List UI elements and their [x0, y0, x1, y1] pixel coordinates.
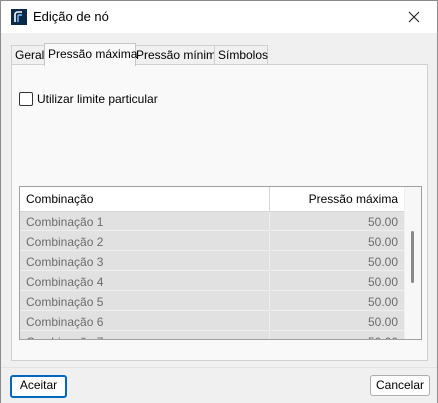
- table-row[interactable]: Combinação 3 50.00: [20, 252, 404, 272]
- table-row[interactable]: Combinação 2 50.00: [20, 232, 404, 252]
- particular-limit-checkbox-row[interactable]: Utilizar limite particular: [19, 91, 158, 107]
- cell-max-pressure[interactable]: 50.00: [271, 332, 404, 339]
- vertical-scrollbar[interactable]: [405, 187, 421, 339]
- cell-max-pressure[interactable]: 50.00: [271, 232, 404, 251]
- table-row[interactable]: Combinação 1 50.00: [20, 212, 404, 232]
- window-title: Edição de nó: [33, 9, 109, 24]
- cell-max-pressure[interactable]: 50.00: [271, 312, 404, 331]
- particular-limit-checkbox[interactable]: [19, 92, 33, 106]
- table-header: Combinação Pressão máxima (m.c.a.): [20, 187, 404, 230]
- tab-geral[interactable]: Geral: [11, 45, 46, 65]
- cell-combination: Combinação 1: [20, 212, 270, 231]
- scrollbar-thumb[interactable]: [411, 231, 414, 283]
- app-logo-icon: [11, 9, 27, 25]
- column-header-combination[interactable]: Combinação: [20, 187, 270, 211]
- table-row[interactable]: Combinação 5 50.00: [20, 292, 404, 312]
- column-header-max-pressure[interactable]: Pressão máxima (m.c.a.): [271, 187, 404, 230]
- cell-combination: Combinação 5: [20, 292, 270, 311]
- accept-button[interactable]: Aceitar: [10, 375, 67, 398]
- cell-combination: Combinação 3: [20, 252, 270, 271]
- cell-max-pressure[interactable]: 50.00: [271, 272, 404, 291]
- table-row[interactable]: Combinação 6 50.00: [20, 312, 404, 332]
- cancel-button-label: Cancelar: [375, 378, 425, 392]
- cell-max-pressure[interactable]: 50.00: [271, 212, 404, 231]
- tab-panel-pressao-maxima: Utilizar limite particular Combinação Pr…: [11, 64, 428, 361]
- close-icon: [408, 11, 420, 23]
- cell-combination: Combinação 2: [20, 232, 270, 251]
- tab-control: Geral Pressão máxima Pressão mínima Símb…: [11, 43, 428, 361]
- tab-simbolos[interactable]: Símbolos: [214, 45, 268, 65]
- tab-pressao-minima[interactable]: Pressão mínima: [132, 45, 223, 65]
- table-body: Combinação 1 50.00 Combinação 2 50.00 Co…: [20, 212, 404, 339]
- accept-button-label: Aceitar: [19, 378, 58, 392]
- cell-max-pressure[interactable]: 50.00: [271, 252, 404, 271]
- table-row[interactable]: Combinação 7 50.00: [20, 332, 404, 339]
- cell-combination: Combinação 4: [20, 272, 270, 291]
- title-bar[interactable]: Edição de nó: [1, 1, 437, 33]
- tab-pressao-maxima[interactable]: Pressão máxima: [44, 43, 137, 66]
- cancel-button[interactable]: Cancelar: [370, 375, 430, 396]
- combinations-table: Combinação Pressão máxima (m.c.a.) Combi…: [19, 186, 422, 340]
- table-row[interactable]: Combinação 4 50.00: [20, 272, 404, 292]
- cell-max-pressure[interactable]: 50.00: [271, 292, 404, 311]
- cell-combination: Combinação 7: [20, 332, 270, 339]
- dialog-window: Edição de nó Geral Pressão máxima Pressã…: [0, 0, 438, 403]
- close-button[interactable]: [391, 1, 437, 33]
- cell-combination: Combinação 6: [20, 312, 270, 331]
- particular-limit-label[interactable]: Utilizar limite particular: [37, 92, 158, 106]
- dialog-footer: Aceitar Cancelar: [1, 367, 437, 403]
